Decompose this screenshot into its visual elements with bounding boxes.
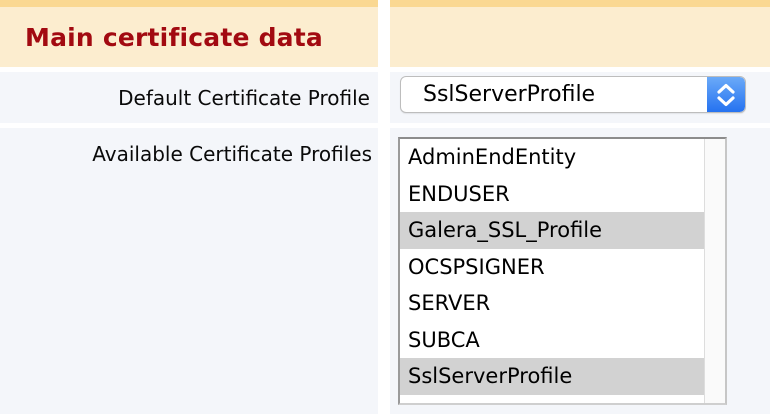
- default-profile-row: Default Certificate Profile SslServerPro…: [0, 72, 770, 123]
- cell-gap: [378, 0, 390, 67]
- chevron-up-down-icon: [707, 77, 745, 112]
- list-option[interactable]: SslServerProfile: [400, 358, 704, 395]
- default-profile-select-value: SslServerProfile: [401, 77, 707, 112]
- default-profile-label-cell: Default Certificate Profile: [0, 72, 378, 123]
- available-profiles-row: Available Certificate Profiles AdminEndE…: [0, 128, 770, 414]
- list-option[interactable]: AdminEndEntity: [400, 139, 704, 176]
- list-option[interactable]: ENDUSER: [400, 176, 704, 213]
- available-profiles-options: AdminEndEntityENDUSERGalera_SSL_ProfileO…: [400, 139, 704, 403]
- list-option[interactable]: SUBCA: [400, 322, 704, 359]
- section-header-cell-right: [390, 0, 770, 67]
- available-profiles-control-cell: AdminEndEntityENDUSERGalera_SSL_ProfileO…: [390, 128, 770, 414]
- available-profiles-listbox[interactable]: AdminEndEntityENDUSERGalera_SSL_ProfileO…: [398, 137, 727, 405]
- available-profiles-label-cell: Available Certificate Profiles: [0, 128, 378, 414]
- default-profile-select[interactable]: SslServerProfile: [400, 76, 746, 113]
- cell-gap: [378, 128, 390, 414]
- default-profile-control-cell: SslServerProfile: [390, 72, 770, 123]
- default-profile-label: Default Certificate Profile: [118, 86, 370, 110]
- section-header-cell: Main certificate data: [0, 0, 378, 67]
- section-header-row: Main certificate data: [0, 0, 770, 67]
- cell-gap: [378, 72, 390, 123]
- section-title: Main certificate data: [25, 23, 323, 52]
- list-option[interactable]: Galera_SSL_Profile: [400, 212, 704, 249]
- scrollbar-track[interactable]: [704, 139, 725, 403]
- main-certificate-data-panel: Main certificate data Default Certificat…: [0, 0, 770, 414]
- list-option[interactable]: SERVER: [400, 285, 704, 322]
- available-profiles-label: Available Certificate Profiles: [92, 142, 372, 166]
- list-option[interactable]: OCSPSIGNER: [400, 249, 704, 286]
